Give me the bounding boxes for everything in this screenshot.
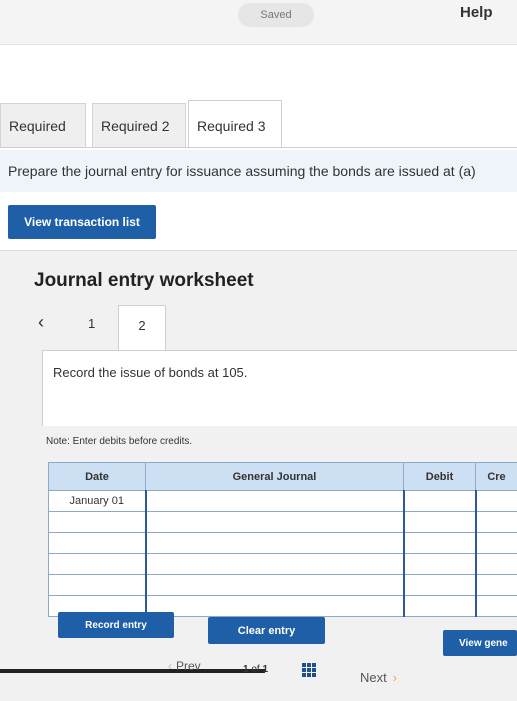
- date-cell[interactable]: [49, 575, 146, 596]
- debit-input[interactable]: [404, 554, 476, 575]
- debit-input[interactable]: [404, 512, 476, 533]
- chevron-right-icon: ›: [393, 670, 397, 685]
- date-cell[interactable]: [49, 512, 146, 533]
- instruction-box: Record the issue of bonds at 105.: [42, 350, 517, 426]
- page-indicator: 1 of 1: [243, 664, 268, 675]
- journal-header-row: Date General Journal Debit Cre: [49, 463, 517, 491]
- table-row: [49, 533, 517, 554]
- help-link[interactable]: Help: [460, 4, 493, 21]
- chevron-left-icon[interactable]: ‹: [38, 312, 44, 333]
- tab-required-3[interactable]: Required 3: [188, 100, 282, 148]
- account-input[interactable]: [146, 491, 404, 512]
- clear-entry-button[interactable]: Clear entry: [208, 617, 325, 644]
- date-cell[interactable]: [49, 533, 146, 554]
- debit-input[interactable]: [404, 575, 476, 596]
- account-input[interactable]: [146, 512, 404, 533]
- footer-divider: [0, 669, 265, 673]
- worksheet-page-2[interactable]: 2: [118, 305, 166, 352]
- debit-column-header: Debit: [404, 463, 476, 491]
- credit-input[interactable]: [476, 596, 517, 617]
- table-row: January 01: [49, 491, 517, 512]
- credit-input[interactable]: [476, 575, 517, 596]
- general-journal-column-header: General Journal: [146, 463, 404, 491]
- prev-label: Prev: [176, 659, 201, 673]
- worksheet-title: Journal entry worksheet: [34, 270, 254, 292]
- credit-column-header: Cre: [476, 463, 517, 491]
- page-of: of: [251, 664, 259, 675]
- tab-required-1[interactable]: Required 1: [0, 103, 86, 147]
- debit-input[interactable]: [404, 533, 476, 554]
- account-input[interactable]: [146, 596, 404, 617]
- credit-input[interactable]: [476, 554, 517, 575]
- grid-icon[interactable]: [302, 663, 316, 677]
- saved-status-badge: Saved: [238, 3, 314, 27]
- credit-input[interactable]: [476, 512, 517, 533]
- next-button[interactable]: Next ›: [360, 670, 397, 685]
- debit-input[interactable]: [404, 596, 476, 617]
- prev-button[interactable]: ‹ Prev: [168, 659, 201, 673]
- next-label: Next: [360, 670, 387, 685]
- page-total: 1: [262, 664, 268, 675]
- account-input[interactable]: [146, 533, 404, 554]
- page-current: 1: [243, 664, 249, 675]
- top-bar: Saved Help: [0, 0, 517, 45]
- date-cell[interactable]: [49, 554, 146, 575]
- table-row: [49, 554, 517, 575]
- date-column-header: Date: [49, 463, 146, 491]
- view-general-journal-button[interactable]: View gene: [443, 630, 517, 656]
- journal-table: Date General Journal Debit Cre January 0…: [48, 462, 517, 617]
- view-transaction-list-button[interactable]: View transaction list: [8, 205, 156, 239]
- account-input[interactable]: [146, 575, 404, 596]
- entry-note: Note: Enter debits before credits.: [46, 436, 192, 447]
- instruction-text: Record the issue of bonds at 105.: [53, 365, 247, 380]
- table-row: [49, 512, 517, 533]
- debit-input[interactable]: [404, 491, 476, 512]
- tab-divider: [0, 147, 517, 148]
- record-entry-button[interactable]: Record entry: [58, 612, 174, 638]
- chevron-left-icon: ‹: [168, 659, 172, 673]
- table-row: [49, 575, 517, 596]
- credit-input[interactable]: [476, 491, 517, 512]
- worksheet-page-1[interactable]: 1: [88, 316, 95, 331]
- question-prompt: Prepare the journal entry for issuance a…: [0, 150, 517, 192]
- credit-input[interactable]: [476, 533, 517, 554]
- date-cell[interactable]: January 01: [49, 491, 146, 512]
- account-input[interactable]: [146, 554, 404, 575]
- tab-required-2[interactable]: Required 2: [92, 103, 186, 147]
